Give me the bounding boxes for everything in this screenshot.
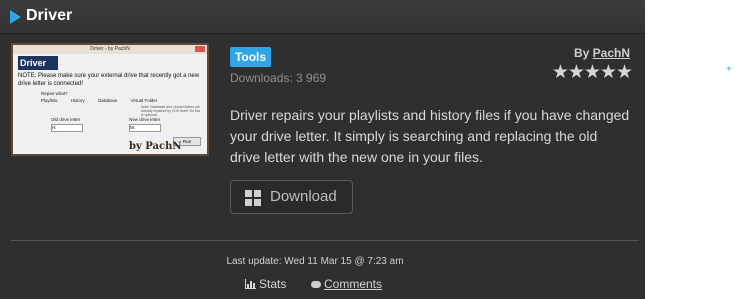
thumbnail-title-text: Driver - by PachN xyxy=(90,46,130,52)
play-icon xyxy=(10,10,21,24)
download-button[interactable]: Download xyxy=(230,180,353,214)
close-icon xyxy=(195,46,205,52)
description: Driver repairs your playlists and histor… xyxy=(230,107,630,165)
download-count: Downloads: 3 969 xyxy=(230,71,327,85)
author-prefix: By xyxy=(573,46,590,60)
thumbnail-options: Playlists History Database Virtual Folde… xyxy=(41,98,169,103)
thumbnail-logo: Driver xyxy=(18,56,58,70)
screenshot-thumbnail[interactable]: Driver - by PachN Driver NOTE: Please ma… xyxy=(11,43,209,156)
divider xyxy=(11,240,639,241)
thumbnail-signature: by PachN xyxy=(129,141,182,152)
thumbnail-new-drive-select: M: xyxy=(129,124,161,132)
page-title: Driver xyxy=(26,7,73,24)
author-byline: By PachN xyxy=(574,46,630,60)
thumbnail-option: Virtual Folder xyxy=(130,98,158,103)
comment-icon xyxy=(311,281,321,288)
thumbnail-option: Database xyxy=(98,98,118,103)
windows-icon xyxy=(245,190,261,206)
thumbnail-repair-label: Repair what? xyxy=(41,91,68,96)
author-link[interactable]: PachN xyxy=(593,46,630,60)
bar-chart-icon xyxy=(245,279,256,289)
category-tag[interactable]: Tools xyxy=(230,47,271,67)
thumbnail-note: NOTE: Please make sure your external dri… xyxy=(18,73,200,87)
thumbnail-tiny-note: Note: Database and virtual folders are a… xyxy=(141,105,201,117)
download-button-label: Download xyxy=(270,188,337,205)
app-panel: Driver Driver - by PachN Driver NOTE: Pl… xyxy=(0,0,645,299)
thumbnail-old-drive-label: Old drive letter xyxy=(51,117,81,122)
thumbnail-option: Playlists xyxy=(41,98,58,103)
title-bar: Driver xyxy=(0,0,645,34)
rating-stars[interactable]: ★★★★★ xyxy=(552,61,633,84)
thumbnail-option: History xyxy=(70,98,85,103)
last-update: Last update: Wed 11 Mar 15 @ 7:23 am xyxy=(226,256,404,267)
thumbnail-old-drive-select: H: xyxy=(51,124,83,132)
stats-link[interactable]: Stats xyxy=(245,277,286,291)
comments-label[interactable]: Comments xyxy=(324,277,382,291)
stats-label: Stats xyxy=(259,277,287,291)
side-arrow-icon: + xyxy=(726,64,732,75)
thumbnail-window-title: Driver - by PachN xyxy=(13,45,207,54)
thumbnail-new-drive-label: New drive letter xyxy=(129,117,161,122)
comments-link[interactable]: Comments xyxy=(311,277,382,291)
